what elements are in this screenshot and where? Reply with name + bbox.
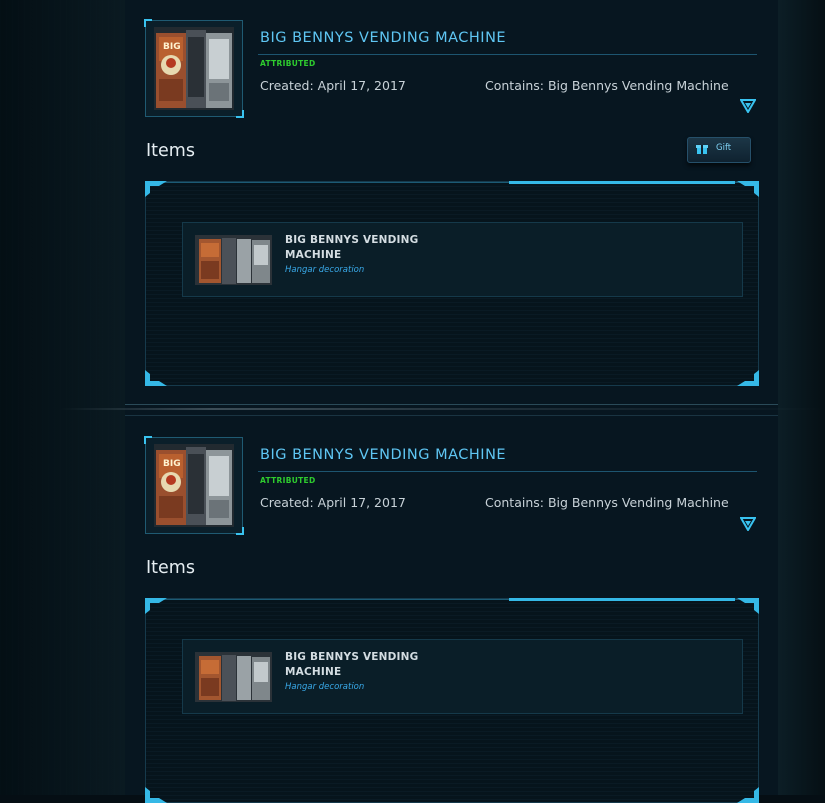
vending-machine-image — [154, 27, 234, 110]
corner-bracket-icon — [145, 181, 167, 197]
item-type: Hangar decoration — [285, 682, 365, 692]
corner-bracket-icon — [145, 787, 167, 803]
panel-accent-bar — [509, 181, 735, 184]
pledge-thumbnail[interactable] — [144, 19, 244, 118]
contains-text: Contains: Big Bennys Vending Machine — [485, 495, 729, 510]
pledge-separator-2 — [125, 415, 778, 416]
items-heading: Items — [146, 141, 195, 161]
chevron-down-icon[interactable] — [740, 99, 756, 113]
contains-text: Contains: Big Bennys Vending Machine — [485, 78, 729, 93]
created-date: Created: April 17, 2017 — [260, 78, 406, 93]
items-panel: BIG BENNYS VENDING MACHINE Hangar decora… — [145, 598, 759, 803]
item-name: BIG BENNYS VENDING MACHINE — [285, 234, 419, 261]
corner-bracket-icon — [737, 787, 759, 803]
vending-machine-image — [195, 652, 272, 702]
item-name: BIG BENNYS VENDING MACHINE — [285, 651, 419, 678]
items-panel: BIG BENNYS VENDING MACHINE Hangar decora… — [145, 181, 759, 386]
status-badge: ATTRIBUTED — [260, 476, 316, 485]
gift-label: Gift — [716, 143, 732, 153]
pledge-thumbnail[interactable] — [144, 436, 244, 535]
corner-bracket-icon — [145, 598, 167, 614]
left-backdrop — [0, 0, 125, 795]
item-card[interactable]: BIG BENNYS VENDING MACHINE Hangar decora… — [182, 222, 743, 297]
corner-bracket-icon — [737, 181, 759, 197]
corner-bracket-icon — [145, 370, 167, 386]
vending-machine-image — [195, 235, 272, 285]
pledge-separator — [125, 404, 778, 405]
item-card[interactable]: BIG BENNYS VENDING MACHINE Hangar decora… — [182, 639, 743, 714]
created-date: Created: April 17, 2017 — [260, 495, 406, 510]
light-streak — [60, 408, 825, 410]
pledge-title[interactable]: BIG BENNYS VENDING MACHINE — [260, 447, 506, 463]
vending-machine-image — [154, 444, 234, 527]
item-type: Hangar decoration — [285, 265, 365, 275]
chevron-down-icon[interactable] — [740, 517, 756, 531]
gift-button[interactable]: Gift — [687, 137, 751, 163]
title-divider — [258, 54, 757, 55]
corner-bracket-icon — [737, 370, 759, 386]
gift-icon — [696, 145, 708, 154]
panel-accent-bar — [509, 598, 735, 601]
pledge-title[interactable]: BIG BENNYS VENDING MACHINE — [260, 30, 506, 46]
right-backdrop — [778, 0, 825, 795]
title-divider — [258, 471, 757, 472]
corner-bracket-icon — [737, 598, 759, 614]
items-heading: Items — [146, 558, 195, 578]
status-badge: ATTRIBUTED — [260, 59, 316, 68]
